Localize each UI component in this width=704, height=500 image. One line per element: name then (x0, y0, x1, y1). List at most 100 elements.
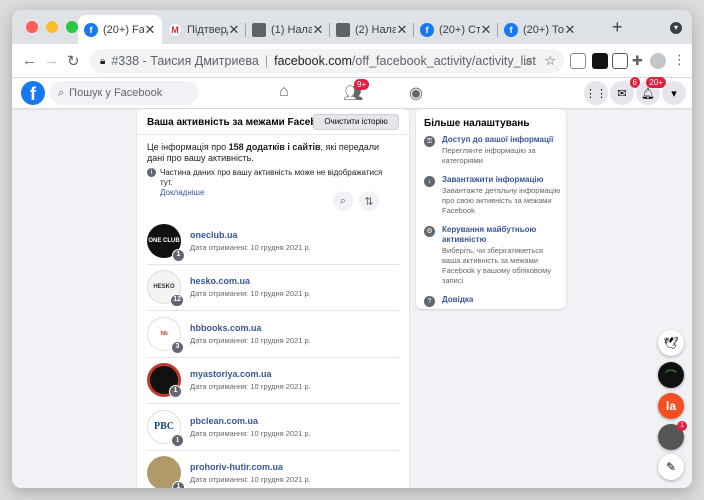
close-window-button[interactable] (26, 21, 38, 33)
app-name-link[interactable]: hbbooks.com.ua (190, 323, 311, 333)
puzzle-icon[interactable]: ✚ (632, 53, 643, 69)
tab-strip: f (20+) Fac ✕ M Підтвердж ✕ (1) Налаш ✕ … (12, 10, 692, 44)
access-info-link[interactable]: Доступ до вашої інформації (442, 135, 562, 145)
minimize-window-button[interactable] (46, 21, 58, 33)
maximize-window-button[interactable] (66, 21, 78, 33)
tab-title: (20+) Сто (439, 23, 480, 36)
help-link[interactable]: Довідка (442, 295, 473, 305)
facebook-logo-icon[interactable]: f (21, 81, 45, 105)
list-item[interactable]: PBC 1 pbclean.com.ua Дата отримання: 10 … (147, 404, 399, 451)
list-item[interactable]: 1 myastoriya.com.ua Дата отримання: 10 г… (147, 358, 399, 404)
app-name-link[interactable]: hesko.com.ua (190, 276, 311, 286)
tab-facebook-2[interactable]: f (20+) Сто ✕ (414, 15, 498, 44)
lock-icon: 🔒︎ (100, 55, 106, 67)
close-icon[interactable]: ✕ (480, 22, 492, 38)
chat-head-avatar[interactable]: la (658, 393, 684, 419)
browser-toolbar: ← → ↻ 🔒︎ #338 - Таисия Дмитриева | faceb… (12, 44, 692, 78)
close-icon[interactable]: ✕ (228, 22, 240, 38)
tab-title: (20+) Тое (523, 23, 564, 36)
app-date: Дата отримання: 10 грудня 2021 р. (190, 289, 311, 299)
download-info-link[interactable]: Завантажити інформацію (442, 175, 562, 185)
list-item[interactable]: 1 prohoriv-hutir.com.ua Дата отримання: … (147, 451, 399, 488)
app-date: Дата отримання: 10 грудня 2021 р. (190, 242, 311, 252)
settings-list: ⚿ Доступ до вашої інформації Переглянте … (424, 135, 562, 316)
facebook-icon: f (84, 22, 98, 37)
account-menu-icon[interactable]: ▾ (662, 81, 686, 105)
settings-item-text: Переглянте інформацію за категоріями (442, 146, 536, 165)
groups-icon[interactable]: ◉ (409, 83, 423, 103)
app-event-count: 12 (170, 294, 184, 308)
tab-gmail[interactable]: M Підтвердж ✕ (162, 15, 246, 44)
notifications-bell-icon[interactable]: 🔔︎ 20+ (636, 77, 666, 105)
gear-icon: ⚙ (424, 226, 435, 237)
app-event-count: 1 (172, 248, 185, 262)
extension-icon[interactable] (592, 53, 608, 69)
tab-settings-2[interactable]: (2) Налаш ✕ (330, 15, 414, 44)
app-name-link[interactable]: prohoriv-hutir.com.ua (190, 462, 311, 472)
app-name-link[interactable]: pbclean.com.ua (190, 416, 311, 426)
tabs: f (20+) Fac ✕ M Підтвердж ✕ (1) Налаш ✕ … (78, 15, 582, 44)
close-icon[interactable]: ✕ (396, 22, 408, 38)
search-placeholder: Пошук у Facebook (69, 87, 163, 99)
new-message-button[interactable]: ✎ (658, 454, 684, 480)
messenger-icon[interactable]: ✉ 6 (610, 77, 640, 105)
more-settings-card: Більше налаштувань ⚿ Доступ до вашої інф… (416, 109, 566, 309)
browser-window: f (20+) Fac ✕ M Підтвердж ✕ (1) Налаш ✕ … (12, 10, 692, 488)
facebook-search-input[interactable]: ⌕ Пошук у Facebook (50, 81, 198, 105)
tab-title: (20+) Fac (103, 23, 144, 36)
close-icon[interactable]: ✕ (144, 22, 156, 38)
app-name-link[interactable]: oneclub.ua (190, 230, 311, 240)
profile-icon[interactable] (650, 53, 666, 69)
chat-head-avatar[interactable]: 1 (658, 421, 687, 450)
list-item[interactable]: hb 3 hbbooks.com.ua Дата отримання: 10 г… (147, 311, 399, 358)
manage-future-activity-link[interactable]: Керування майбутньою активністю (442, 225, 562, 245)
list-item[interactable]: ONE CLUB 1 oneclub.ua Дата отримання: 10… (147, 218, 399, 265)
tab-title: (2) Налаш (355, 23, 396, 36)
settings-item-help[interactable]: ? Довідка (424, 295, 562, 307)
settings-item-download[interactable]: ↓ Завантажити інформацію Завантажте дета… (424, 175, 562, 216)
extension-icon[interactable] (612, 53, 628, 69)
home-icon[interactable]: ⌂ (279, 83, 289, 101)
menu-grid-icon[interactable]: ⋮⋮ (584, 81, 608, 105)
settings-item-future-activity[interactable]: ⚙ Керування майбутньою активністю Вибері… (424, 225, 562, 286)
more-settings-title: Більше налаштувань (424, 118, 530, 129)
chat-head-avatar[interactable]: 🕊︎ (658, 330, 684, 356)
list-item[interactable]: HESKO 12 hesko.com.ua Дата отримання: 10… (147, 265, 399, 311)
tab-search-icon[interactable]: ▾ (670, 22, 682, 34)
clear-history-button[interactable]: Очистити історію (313, 114, 399, 130)
tab-facebook-3[interactable]: f (20+) Тое ✕ (498, 15, 582, 44)
app-name-link[interactable]: myastoriya.com.ua (190, 369, 311, 379)
tab-title: (1) Налаш (271, 23, 312, 36)
new-tab-button[interactable]: + (612, 17, 623, 38)
list-tools: ⌕ ⇅ (333, 191, 379, 211)
close-icon[interactable]: ✕ (564, 22, 576, 38)
learn-more-link[interactable]: Докладніше (160, 188, 204, 197)
omnibox-host: facebook.com (274, 54, 352, 68)
facebook-header: f ⌕ Пошук у Facebook ⌂ 👥︎ 9+ ◉ ⋮⋮ ✉ 6 🔔︎… (12, 77, 692, 108)
search-icon[interactable]: ⌕ (333, 191, 353, 211)
forward-icon[interactable]: → (44, 52, 59, 69)
settings-item-text: Завантажте детальну інформацію про свою … (442, 186, 561, 215)
extension-icon[interactable] (570, 53, 586, 69)
app-event-count: 1 (169, 385, 182, 399)
back-icon[interactable]: ← (22, 52, 37, 69)
app-logo: 1 (147, 363, 182, 399)
chat-head-avatar[interactable]: ⌒ (658, 362, 684, 388)
apps-list: ONE CLUB 1 oneclub.ua Дата отримання: 10… (147, 218, 399, 488)
omnibox-path: /off_facebook_activity/activity_list (351, 54, 536, 68)
reload-icon[interactable]: ↻ (67, 52, 80, 70)
address-bar[interactable]: 🔒︎ #338 - Таисия Дмитриева | facebook.co… (90, 49, 564, 73)
chat-badge: 1 (677, 421, 687, 431)
settings-item-access-info[interactable]: ⚿ Доступ до вашої інформації Переглянте … (424, 135, 562, 166)
kebab-menu-icon[interactable]: ⋮ (673, 52, 686, 68)
activity-description: Це інформація про 158 додатків і сайтів,… (147, 142, 380, 163)
close-icon[interactable]: ✕ (312, 22, 324, 38)
tab-settings-1[interactable]: (1) Налаш ✕ (246, 15, 330, 44)
zoom-icon[interactable]: ⌕ (525, 53, 532, 69)
tab-facebook[interactable]: f (20+) Fac ✕ (78, 15, 162, 44)
sort-icon[interactable]: ⇅ (359, 191, 379, 211)
app-logo: HESKO 12 (147, 270, 184, 308)
app-logo: PBC 1 (147, 409, 184, 447)
bookmark-star-icon[interactable]: ☆ (544, 53, 556, 69)
window-controls (26, 21, 78, 33)
